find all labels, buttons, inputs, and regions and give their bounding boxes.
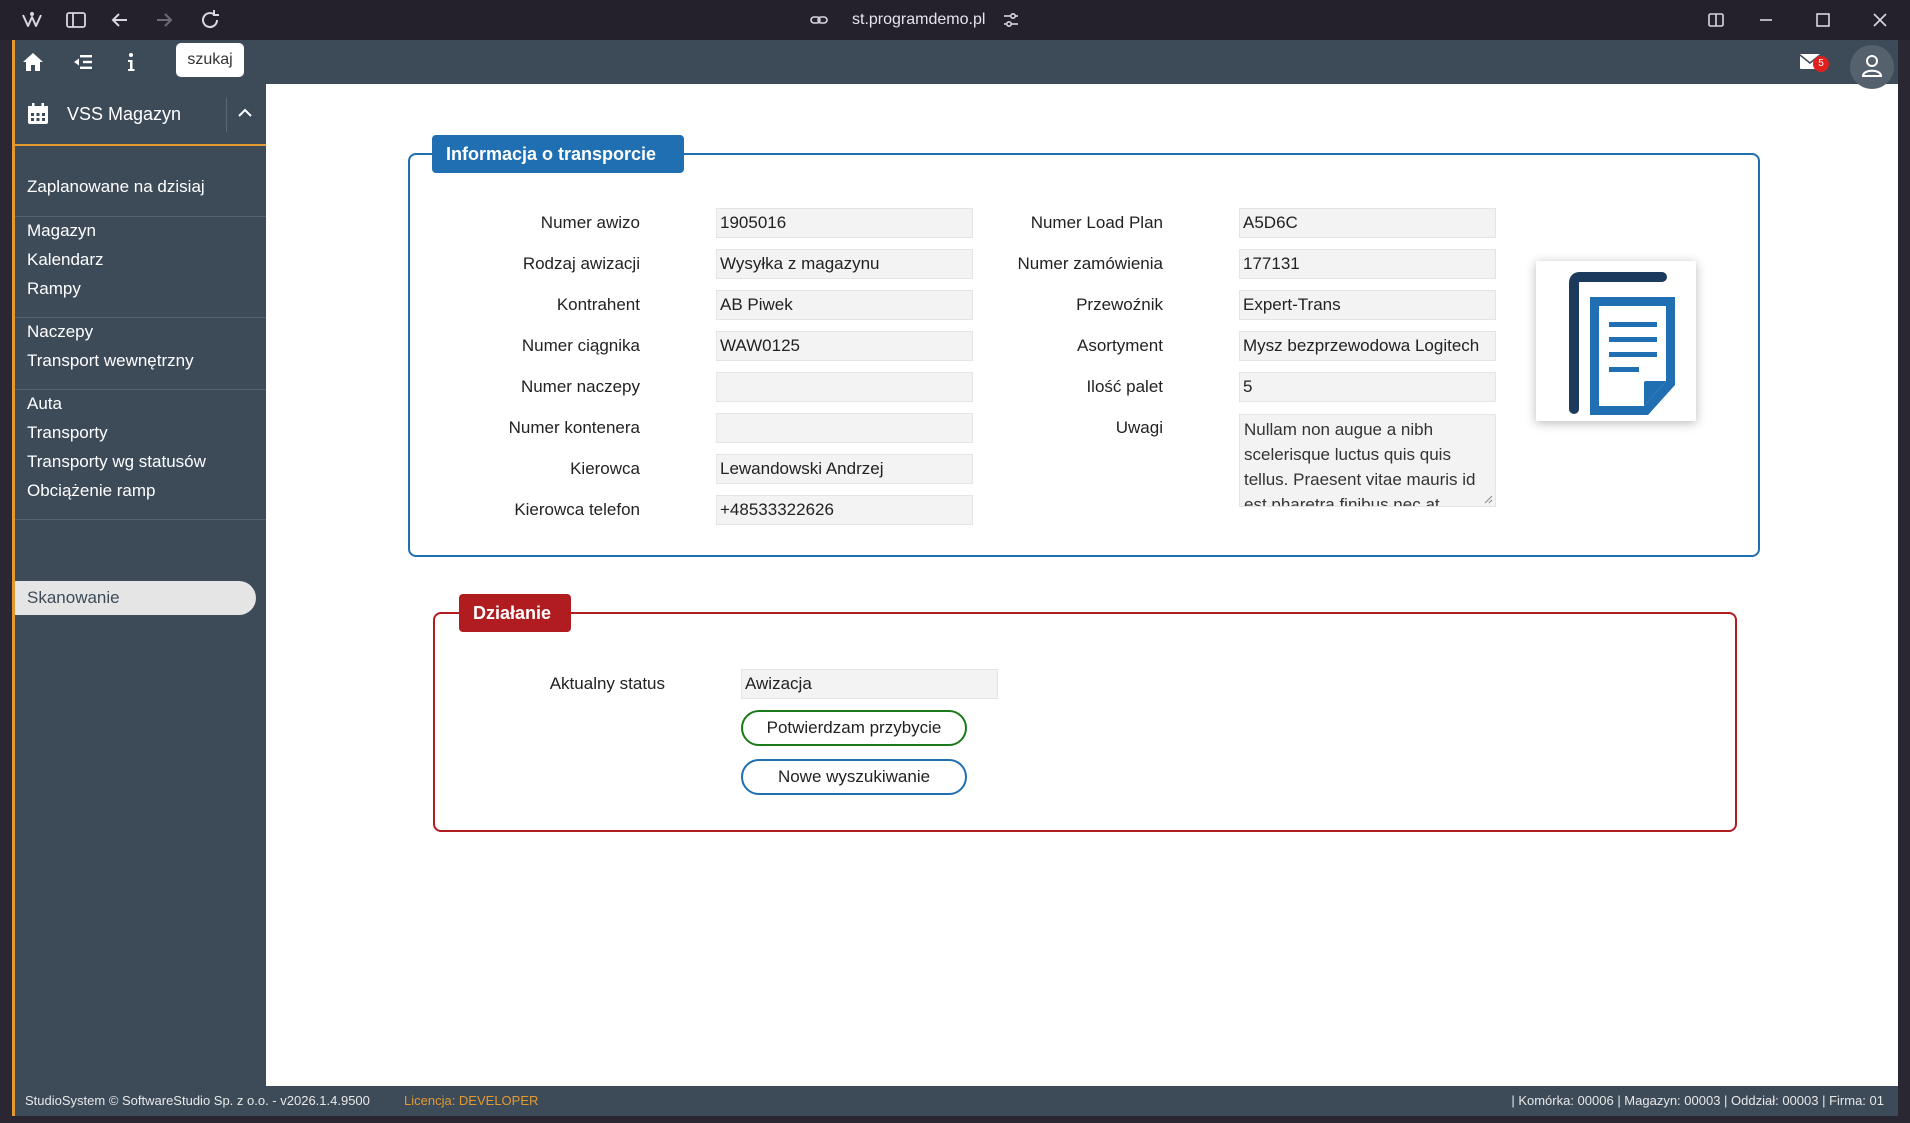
document-icon [1569, 272, 1675, 415]
numer-zamowienia-field[interactable]: 177131 [1239, 249, 1496, 279]
sidebar-header-divider [226, 98, 227, 132]
status-bar: StudioSystem © SoftwareStudio Sp. z o.o.… [15, 1086, 1898, 1116]
field-label: Numer awizo [540, 213, 640, 232]
home-icon[interactable] [21, 50, 45, 74]
license-value: DEVELOPER [458, 1093, 539, 1108]
uwagi-text: Nullam non augue a nibh scelerisque luct… [1244, 420, 1476, 507]
sidebar-item-transporty[interactable]: Transporty [27, 423, 108, 443]
calendar-icon [27, 103, 49, 125]
app-topbar: szukaj 5 [15, 40, 1898, 89]
status-field[interactable]: Awizacja [741, 669, 998, 699]
maximize-icon[interactable] [1811, 8, 1835, 32]
sidebar-item-transporty-wg-statusow[interactable]: Transporty wg statusów [27, 452, 206, 472]
link-icon [810, 11, 828, 29]
sidebar-divider [15, 216, 266, 217]
kierowca-field[interactable]: Lewandowski Andrzej [716, 454, 973, 484]
field-label: Asortyment [1077, 336, 1163, 355]
field-label: Numer kontenera [508, 418, 640, 437]
app-logo-icon[interactable] [20, 8, 44, 32]
numer-load-plan-field[interactable]: A5D6C [1239, 208, 1496, 238]
sidebar-divider [15, 389, 266, 390]
sidebar-title: VSS Magazyn [67, 104, 182, 124]
user-icon [1861, 55, 1883, 77]
sidebar-toggle-icon[interactable] [64, 8, 88, 32]
sidebar-header: VSS Magazyn [15, 84, 266, 146]
field-label: Ilość palet [1086, 377, 1163, 396]
sidebar-item-label: Skanowanie [27, 588, 120, 607]
forward-icon[interactable] [152, 8, 176, 32]
address-bar[interactable]: st.programdemo.pl [810, 8, 1110, 32]
url-text: st.programdemo.pl [852, 11, 986, 28]
sidebar-divider [15, 519, 266, 520]
sidebar-item-magazyn[interactable]: Magazyn [27, 221, 96, 241]
ilosc-palet-field[interactable]: 5 [1239, 372, 1496, 402]
resize-grip-icon[interactable] [1484, 495, 1493, 504]
field-label: Kontrahent [556, 295, 640, 314]
license-info: Licencja: DEVELOPER [404, 1086, 538, 1116]
field-label: Numer ciągnika [521, 336, 640, 355]
transport-info-panel: Informacja o transporcie Numer awizo 190… [408, 135, 1760, 557]
panel-title: Działanie [459, 594, 571, 632]
app-window: szukaj 5 VSS Magazyn Zaplanowane na dzis… [12, 40, 1898, 1116]
sidebar-item-auta[interactable]: Auta [27, 394, 62, 414]
back-icon[interactable] [108, 8, 132, 32]
mail-count-badge: 5 [1813, 56, 1829, 72]
copyright-text: StudioSystem © SoftwareStudio Sp. z o.o.… [25, 1093, 370, 1108]
field-label: Kierowca telefon [514, 500, 640, 519]
site-settings-icon[interactable] [1002, 11, 1020, 29]
user-avatar[interactable] [1850, 45, 1894, 89]
sidebar: VSS Magazyn Zaplanowane na dzisiaj Magaz… [15, 84, 266, 1086]
field-label: Numer zamówienia [1017, 254, 1164, 273]
new-search-button[interactable]: Nowe wyszukiwanie [741, 759, 967, 795]
split-view-icon[interactable] [1704, 8, 1728, 32]
sidebar-item-zaplanowane[interactable]: Zaplanowane na dzisiaj [27, 177, 205, 197]
minimize-icon[interactable] [1754, 8, 1778, 32]
context-info: | Komórka: 00006 | Magazyn: 00003 | Oddz… [1511, 1093, 1884, 1108]
asortyment-field[interactable]: Mysz bezprzewodowa Logitech [1239, 331, 1496, 361]
reload-icon[interactable] [198, 8, 222, 32]
confirm-arrival-button[interactable]: Potwierdzam przybycie [741, 710, 967, 746]
menu-collapse-icon[interactable] [71, 50, 95, 74]
field-label: Uwagi [1115, 418, 1163, 437]
chevron-up-icon[interactable] [237, 106, 253, 120]
sidebar-item-kalendarz[interactable]: Kalendarz [27, 250, 104, 270]
sidebar-item-transport-wewnetrzny[interactable]: Transport wewnętrzny [27, 351, 194, 371]
sidebar-item-rampy[interactable]: Rampy [27, 279, 81, 299]
field-label: Numer naczepy [520, 377, 640, 396]
sidebar-item-skanowanie[interactable]: Skanowanie [15, 581, 256, 615]
panel-title: Informacja o transporcie [432, 135, 684, 173]
close-icon[interactable] [1868, 8, 1892, 32]
field-label: Aktualny status [549, 674, 665, 693]
action-panel: Działanie Aktualny status Awizacja Potwi… [433, 594, 1737, 832]
field-label: Numer Load Plan [1030, 213, 1163, 232]
info-icon[interactable] [119, 50, 143, 74]
sidebar-item-obciazenie-ramp[interactable]: Obciążenie ramp [27, 481, 156, 501]
field-label: Rodzaj awizacji [522, 254, 640, 273]
uwagi-textarea[interactable]: Nullam non augue a nibh scelerisque luct… [1239, 414, 1496, 507]
field-label: Kierowca [570, 459, 640, 478]
search-button[interactable]: szukaj [176, 43, 244, 77]
document-image [1536, 261, 1696, 421]
sidebar-divider [15, 317, 266, 318]
sidebar-item-naczepy[interactable]: Naczepy [27, 322, 93, 342]
przewoznik-field[interactable]: Expert-Trans [1239, 290, 1496, 320]
kierowca-telefon-field[interactable]: +48533322626 [716, 495, 973, 525]
license-label: Licencja: [404, 1093, 459, 1108]
field-label: Przewoźnik [1076, 295, 1163, 314]
browser-toolbar: st.programdemo.pl [0, 0, 1910, 40]
